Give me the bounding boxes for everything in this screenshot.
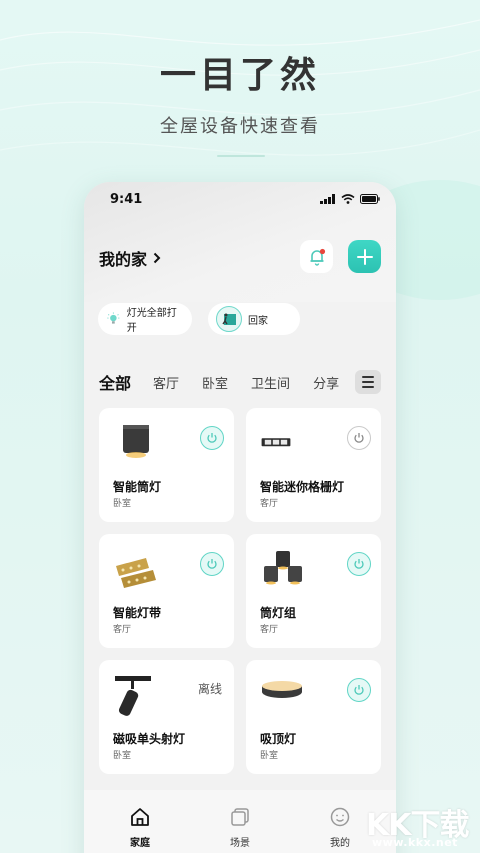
notification-button[interactable]: [300, 240, 333, 273]
device-name: 智能灯带: [113, 606, 162, 620]
power-icon: [207, 433, 217, 443]
promo-divider: [217, 155, 265, 157]
device-name: 磁吸单头射灯: [113, 732, 186, 746]
device-name: 吸顶灯: [260, 732, 297, 746]
home-selector[interactable]: 我的家: [99, 246, 161, 270]
phone-mockup: 9:41 我的家 灯光全部打开 回家 全部 客厅 卧室 卫生间 分享 智能筒灯 …: [84, 182, 396, 853]
home-title: 我的家: [99, 250, 148, 269]
nav-home[interactable]: 家庭: [110, 806, 170, 849]
wifi-icon: [341, 194, 355, 204]
add-device-button[interactable]: [348, 240, 381, 273]
bottom-nav: 家庭 场景 我的: [84, 790, 396, 853]
device-room: 卧室: [113, 499, 132, 509]
nav-label: 家庭: [130, 838, 150, 849]
status-icons: [320, 194, 380, 204]
power-toggle[interactable]: [200, 426, 224, 450]
scene-lights-on[interactable]: 灯光全部打开: [98, 303, 192, 335]
downlight-icon: [123, 425, 149, 458]
device-card[interactable]: 智能灯带 客厅: [99, 534, 234, 648]
offline-label: 离线: [197, 682, 222, 696]
ceiling-light-icon: [262, 681, 302, 698]
power-toggle[interactable]: [347, 426, 371, 450]
profile-icon: [330, 807, 350, 827]
chevron-right-icon: [153, 252, 161, 264]
device-room: 卧室: [113, 751, 132, 761]
watermark-url: www.kkx.net: [372, 836, 458, 849]
scene-icon: [231, 808, 249, 826]
menu-icon: [362, 376, 374, 378]
bell-icon: [310, 248, 325, 266]
device-card[interactable]: 筒灯组 客厅: [246, 534, 381, 648]
device-card[interactable]: 离线 磁吸单头射灯 卧室: [99, 660, 234, 774]
walk-home-icon: [216, 306, 242, 332]
nav-scene[interactable]: 场景: [210, 806, 270, 849]
nav-label: 我的: [330, 838, 350, 849]
room-tabs: 全部 客厅 卧室 卫生间 分享: [99, 368, 389, 396]
promo-title: 一目了然: [159, 55, 320, 96]
power-toggle[interactable]: [347, 552, 371, 576]
power-toggle[interactable]: [347, 678, 371, 702]
power-icon: [354, 559, 364, 569]
track-spotlight-icon: [115, 676, 151, 716]
device-card[interactable]: 智能筒灯 卧室: [99, 408, 234, 522]
device-room: 客厅: [260, 625, 279, 635]
device-name: 智能迷你格栅灯: [260, 480, 345, 494]
power-icon: [354, 685, 364, 695]
status-time: 9:41: [110, 192, 143, 207]
device-card[interactable]: 智能迷你格栅灯 客厅: [246, 408, 381, 522]
home-icon: [131, 808, 149, 826]
scene-label: 灯光全部打开: [126, 308, 177, 334]
promo-subtitle: 全屋设备快速查看: [160, 116, 320, 137]
device-name: 筒灯组: [260, 606, 297, 620]
power-icon: [354, 433, 364, 443]
nav-profile[interactable]: 我的: [310, 806, 370, 849]
scene-go-home[interactable]: 回家: [208, 303, 300, 335]
watermark: KK下载 www.kkx.net: [364, 800, 480, 853]
scene-label: 回家: [248, 315, 268, 327]
device-name: 智能筒灯: [113, 480, 162, 494]
downlight-group-icon: [264, 551, 302, 585]
power-toggle[interactable]: [200, 552, 224, 576]
device-room: 客厅: [260, 499, 279, 509]
device-card[interactable]: 吸顶灯 卧室: [246, 660, 381, 774]
device-room: 卧室: [260, 751, 279, 761]
nav-label: 场景: [230, 838, 250, 849]
signal-icon: [320, 194, 335, 204]
grille-light-icon: [261, 438, 291, 447]
device-room: 客厅: [113, 625, 132, 635]
status-bar: 9:41: [84, 182, 396, 218]
tab-all[interactable]: 全部: [99, 370, 131, 394]
battery-icon: [360, 194, 380, 204]
tab-share[interactable]: 分享: [313, 373, 339, 392]
light-strip-icon: [116, 558, 156, 588]
tab-bathroom[interactable]: 卫生间: [251, 373, 290, 392]
plus-icon: [356, 248, 373, 265]
bulb-icon: [107, 312, 120, 324]
tab-living-room[interactable]: 客厅: [153, 373, 179, 392]
tabs-menu-button[interactable]: [355, 370, 381, 394]
tab-bedroom[interactable]: 卧室: [202, 373, 228, 392]
power-icon: [207, 559, 217, 569]
